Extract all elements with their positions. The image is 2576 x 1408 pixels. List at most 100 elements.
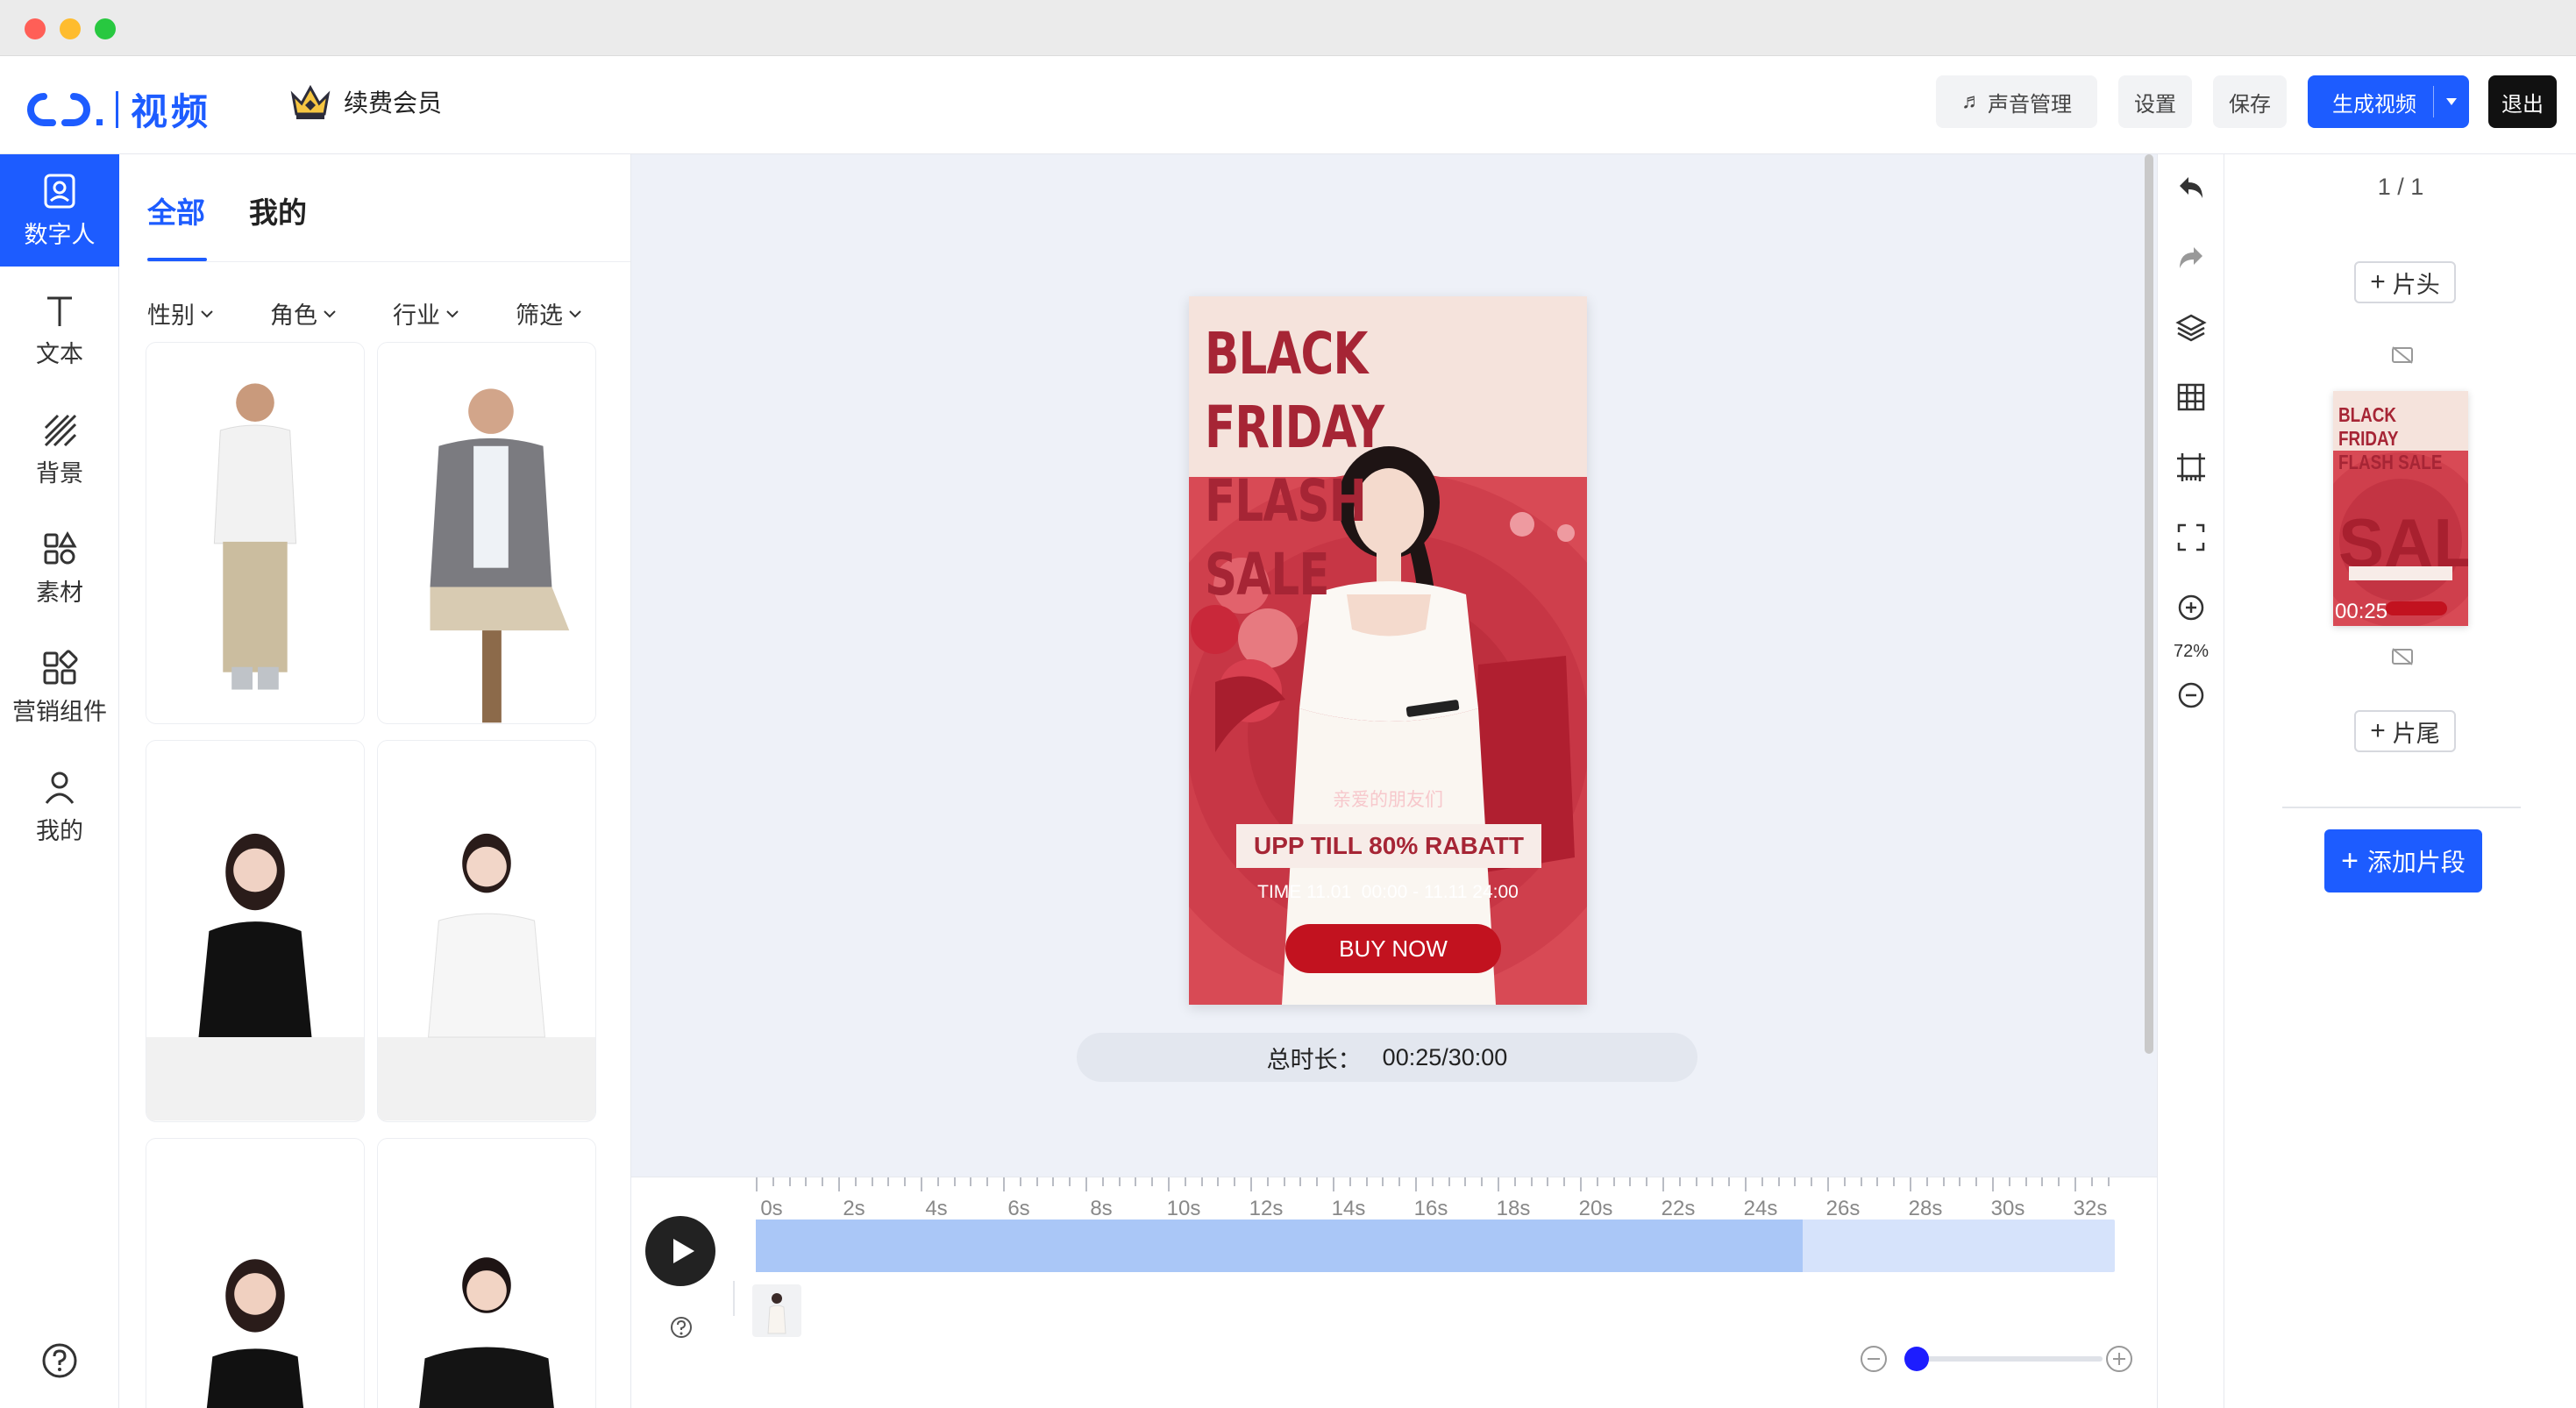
safe-area-icon[interactable] bbox=[2174, 451, 2208, 484]
dropdown-caret-icon[interactable] bbox=[2446, 98, 2457, 105]
ruler-tick bbox=[1085, 1177, 1087, 1191]
sound-manage-button[interactable]: ♬ 声音管理 bbox=[1936, 75, 2097, 128]
zoom-in-icon[interactable] bbox=[2174, 591, 2208, 624]
transition-icon[interactable] bbox=[2391, 345, 2414, 365]
poster-banner: UPP TILL 80% RABATT bbox=[1236, 824, 1541, 868]
avatar-card[interactable] bbox=[377, 740, 596, 1122]
nav-item-marketing[interactable]: 营销组件 bbox=[0, 631, 119, 743]
ruler-tick-label: 4s bbox=[925, 1197, 948, 1220]
grid-icon[interactable] bbox=[2174, 380, 2208, 414]
filter-gender[interactable]: 性别 bbox=[147, 296, 214, 331]
add-intro-button[interactable]: + 片头 bbox=[2354, 261, 2456, 303]
ruler-tick bbox=[1860, 1177, 1862, 1186]
tab-all-label: 全部 bbox=[147, 196, 205, 229]
timeline-progress-fill bbox=[756, 1220, 1803, 1272]
timeline-zoom-knob[interactable] bbox=[1904, 1347, 1929, 1371]
ruler-tick bbox=[1200, 1177, 1203, 1186]
poster-banner-text: UPP TILL 80% RABATT bbox=[1253, 832, 1525, 859]
ruler-tick-label: 22s bbox=[1661, 1197, 1696, 1220]
segments-panel: 1 / 1 + 片头 SAL BLACK FRIDAY FLASH SALE 0… bbox=[2224, 154, 2576, 1408]
ruler-tick bbox=[772, 1177, 774, 1186]
layers-icon[interactable] bbox=[2174, 310, 2208, 344]
timeline-zoom-out-icon[interactable] bbox=[1859, 1344, 1889, 1374]
transition-icon[interactable] bbox=[2391, 647, 2414, 666]
filter-role[interactable]: 角色 bbox=[270, 296, 337, 331]
ruler-tick-label: 28s bbox=[1908, 1197, 1943, 1220]
timeline-zoom-in-icon[interactable] bbox=[2104, 1344, 2134, 1374]
generate-video-button[interactable]: 生成视频 bbox=[2308, 75, 2469, 128]
tab-mine[interactable]: 我的 bbox=[249, 189, 307, 231]
nav-item-digital-human[interactable]: 数字人 bbox=[0, 154, 119, 267]
ruler-tick bbox=[1052, 1177, 1055, 1186]
tab-divider bbox=[147, 261, 630, 262]
chevron-down-icon bbox=[569, 309, 581, 317]
avatar-card[interactable] bbox=[377, 1138, 596, 1408]
poster-cta-text: BUY NOW bbox=[1339, 935, 1448, 962]
user-icon bbox=[45, 772, 75, 804]
ruler-tick bbox=[1794, 1177, 1797, 1186]
avatar-card[interactable] bbox=[146, 342, 365, 724]
ruler-tick bbox=[1118, 1177, 1121, 1186]
save-button[interactable]: 保存 bbox=[2213, 75, 2287, 128]
poster-title-line2: FLASH SALE bbox=[1205, 467, 1367, 608]
ruler-tick bbox=[1348, 1177, 1351, 1186]
avatar-card[interactable] bbox=[146, 1138, 365, 1408]
generate-video-label: 生成视频 bbox=[2332, 92, 2416, 117]
ruler-tick bbox=[1316, 1177, 1319, 1186]
ruler-tick bbox=[1678, 1177, 1681, 1186]
chevron-down-icon bbox=[201, 309, 213, 317]
timeline-track[interactable] bbox=[756, 1220, 2115, 1272]
ruler-tick-label: 10s bbox=[1166, 1197, 1201, 1220]
zoom-out-icon[interactable] bbox=[2174, 679, 2208, 712]
canvas-scrollbar[interactable] bbox=[2145, 154, 2153, 1054]
timeline-help-icon[interactable] bbox=[670, 1316, 693, 1339]
add-outro-button[interactable]: + 片尾 bbox=[2354, 710, 2456, 752]
canvas-toolbar: 72% bbox=[2157, 154, 2224, 1408]
nav-item-background[interactable]: 背景 bbox=[0, 393, 119, 505]
ruler-tick bbox=[1382, 1177, 1384, 1186]
redo-icon[interactable] bbox=[2174, 240, 2208, 274]
avatar-card[interactable] bbox=[146, 740, 365, 1122]
avatar-card[interactable] bbox=[377, 342, 596, 724]
ruler-tick-label: 20s bbox=[1578, 1197, 1613, 1220]
close-window-button[interactable] bbox=[25, 18, 46, 39]
ruler-tick bbox=[1250, 1177, 1252, 1191]
tab-all[interactable]: 全部 bbox=[147, 189, 205, 231]
nav-item-mine[interactable]: 我的 bbox=[0, 750, 119, 863]
settings-button[interactable]: 设置 bbox=[2118, 75, 2192, 128]
ruler-tick bbox=[921, 1177, 922, 1191]
play-button[interactable] bbox=[645, 1216, 715, 1286]
exit-button[interactable]: 退出 bbox=[2488, 75, 2557, 128]
settings-label: 设置 bbox=[2134, 92, 2176, 117]
undo-icon[interactable] bbox=[2174, 170, 2208, 203]
avatar-library-panel: 全部 我的 性别 角色 行业 筛选 bbox=[119, 154, 631, 1408]
logo-text: 视频 bbox=[131, 91, 212, 132]
ruler-tick bbox=[1959, 1177, 1961, 1186]
ruler-tick bbox=[1151, 1177, 1154, 1186]
vip-renew-link[interactable]: 续费会员 bbox=[289, 82, 442, 121]
avatar-thumbnail bbox=[378, 741, 595, 1121]
ruler-tick bbox=[1398, 1177, 1401, 1186]
add-segment-button[interactable]: + 添加片段 bbox=[2324, 829, 2482, 892]
app-header: 视频 续费会员 ♬ 声音管理 设置 保存 生成视频 退出 bbox=[0, 56, 2576, 154]
ruler-tick bbox=[1464, 1177, 1467, 1186]
minimize-window-button[interactable] bbox=[60, 18, 81, 39]
fullscreen-icon[interactable] bbox=[2174, 521, 2208, 554]
nav-item-material[interactable]: 素材 bbox=[0, 512, 119, 624]
filter-industry[interactable]: 行业 bbox=[393, 296, 459, 331]
nav-item-text[interactable]: 文本 bbox=[0, 274, 119, 386]
help-icon[interactable] bbox=[40, 1341, 79, 1380]
ruler-tick bbox=[953, 1177, 956, 1186]
ruler-tick bbox=[2074, 1177, 2076, 1191]
segment-thumbnail[interactable]: SAL BLACK FRIDAY FLASH SALE 00:25 bbox=[2333, 391, 2468, 626]
avatar-track-thumbnail[interactable] bbox=[752, 1284, 801, 1337]
ruler-tick bbox=[2090, 1177, 2093, 1186]
segment-pager: 1 / 1 bbox=[2377, 174, 2424, 200]
video-preview-frame[interactable]: BLACK FRIDAY FLASH SALE 亲爱的朋友们 UPP TILL … bbox=[1189, 296, 1587, 1005]
maximize-window-button[interactable] bbox=[95, 18, 116, 39]
timeline-zoom-slider[interactable] bbox=[1904, 1347, 2103, 1371]
avatar-track[interactable] bbox=[733, 1281, 2101, 1337]
ruler-tick bbox=[1283, 1177, 1285, 1186]
ruler-tick bbox=[1415, 1177, 1417, 1191]
filter-more[interactable]: 筛选 bbox=[516, 296, 582, 331]
